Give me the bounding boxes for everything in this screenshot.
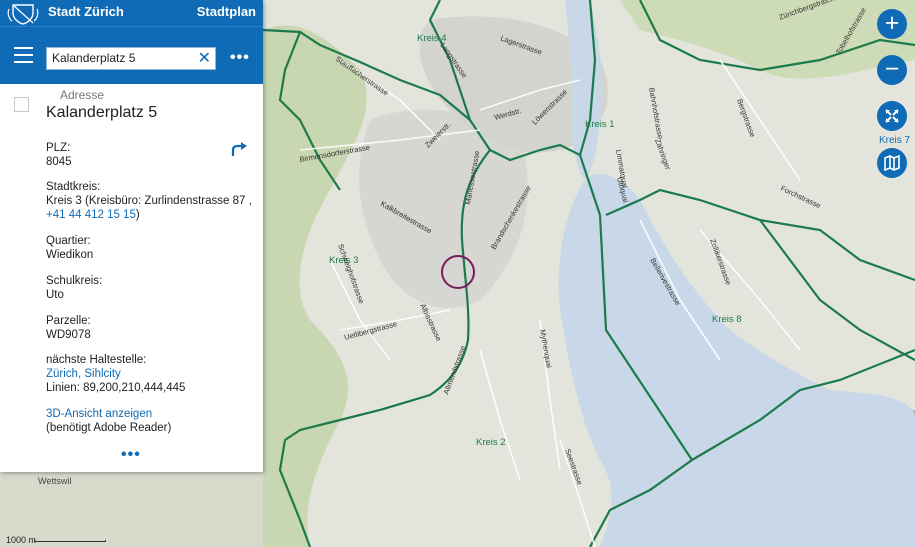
map-layers-icon[interactable] (877, 148, 907, 178)
stadtkreis-value: Kreis 3 (Kreisbüro: Zurlindenstrasse 87 … (46, 195, 252, 207)
plz-block: PLZ: 8045 (46, 141, 72, 169)
info-panel: Stadt Zürich Stadtplan ✕ ••• Adresse Kal… (0, 0, 263, 472)
plz-label: PLZ: (46, 142, 71, 154)
stadtkreis-block: Stadtkreis: Kreis 3 (Kreisbüro: Zurlinde… (46, 180, 252, 222)
quartier-label: Quartier: (46, 235, 91, 247)
search-box: ✕ (46, 47, 216, 70)
route-icon[interactable] (230, 141, 248, 157)
view3d-block: 3D-Ansicht anzeigen (benötigt Adobe Read… (46, 407, 171, 435)
more-details-icon[interactable]: ••• (121, 446, 141, 464)
quartier-value: Wiedikon (46, 249, 94, 261)
locate-icon[interactable] (877, 101, 907, 131)
scale-label: 1000 m (6, 535, 37, 545)
select-checkbox[interactable] (14, 97, 29, 112)
result-title: Kalanderplatz 5 (46, 104, 158, 121)
more-options-icon[interactable]: ••• (230, 49, 250, 67)
app-header: Stadt Zürich Stadtplan (0, 0, 263, 26)
search-input[interactable] (47, 48, 192, 68)
scale-bar (34, 540, 106, 542)
side-kreis-label: Kreis 7 (879, 135, 911, 146)
plz-value: 8045 (46, 156, 72, 168)
phone-link[interactable]: +41 44 412 15 15 (46, 209, 136, 221)
city-crest-icon (7, 4, 39, 25)
zoom-out-button[interactable]: − (877, 55, 907, 85)
result-type: Adresse (60, 88, 105, 102)
stadtkreis-close: ) (135, 209, 140, 221)
kreis-label: Kreis 8 (712, 314, 742, 325)
haltestelle-block: nächste Haltestelle: Zürich, Sihlcity Li… (46, 353, 185, 395)
haltestelle-label: nächste Haltestelle: (46, 354, 147, 366)
place-label: Wettswil (38, 476, 71, 486)
stadtkreis-label: Stadtkreis: (46, 181, 101, 193)
menu-icon[interactable] (14, 47, 33, 63)
schulkreis-value: Uto (46, 289, 64, 301)
clear-icon[interactable]: ✕ (198, 50, 211, 68)
kreis-label: Kreis 1 (585, 119, 615, 130)
linien-value: Linien: 89,200,210,444,445 (46, 382, 186, 394)
view3d-link[interactable]: 3D-Ansicht anzeigen (46, 407, 171, 421)
zoom-in-button[interactable]: + (877, 9, 907, 39)
view3d-note: (benötigt Adobe Reader) (46, 422, 172, 434)
app-title: Stadtplan (196, 4, 256, 19)
search-bar: ✕ ••• (0, 26, 263, 84)
schulkreis-label: Schulkreis: (46, 275, 103, 287)
haltestelle-link[interactable]: Zürich, Sihlcity (46, 367, 185, 381)
brand-name[interactable]: Stadt Zürich (48, 4, 124, 19)
kreis-label: Kreis 2 (476, 437, 506, 448)
parzelle-label: Parzelle: (46, 315, 91, 327)
quartier-block: Quartier: Wiedikon (46, 234, 93, 262)
schulkreis-block: Schulkreis: Uto (46, 274, 102, 302)
parzelle-block: Parzelle: WD9078 (46, 314, 91, 342)
parzelle-value: WD9078 (46, 329, 91, 341)
